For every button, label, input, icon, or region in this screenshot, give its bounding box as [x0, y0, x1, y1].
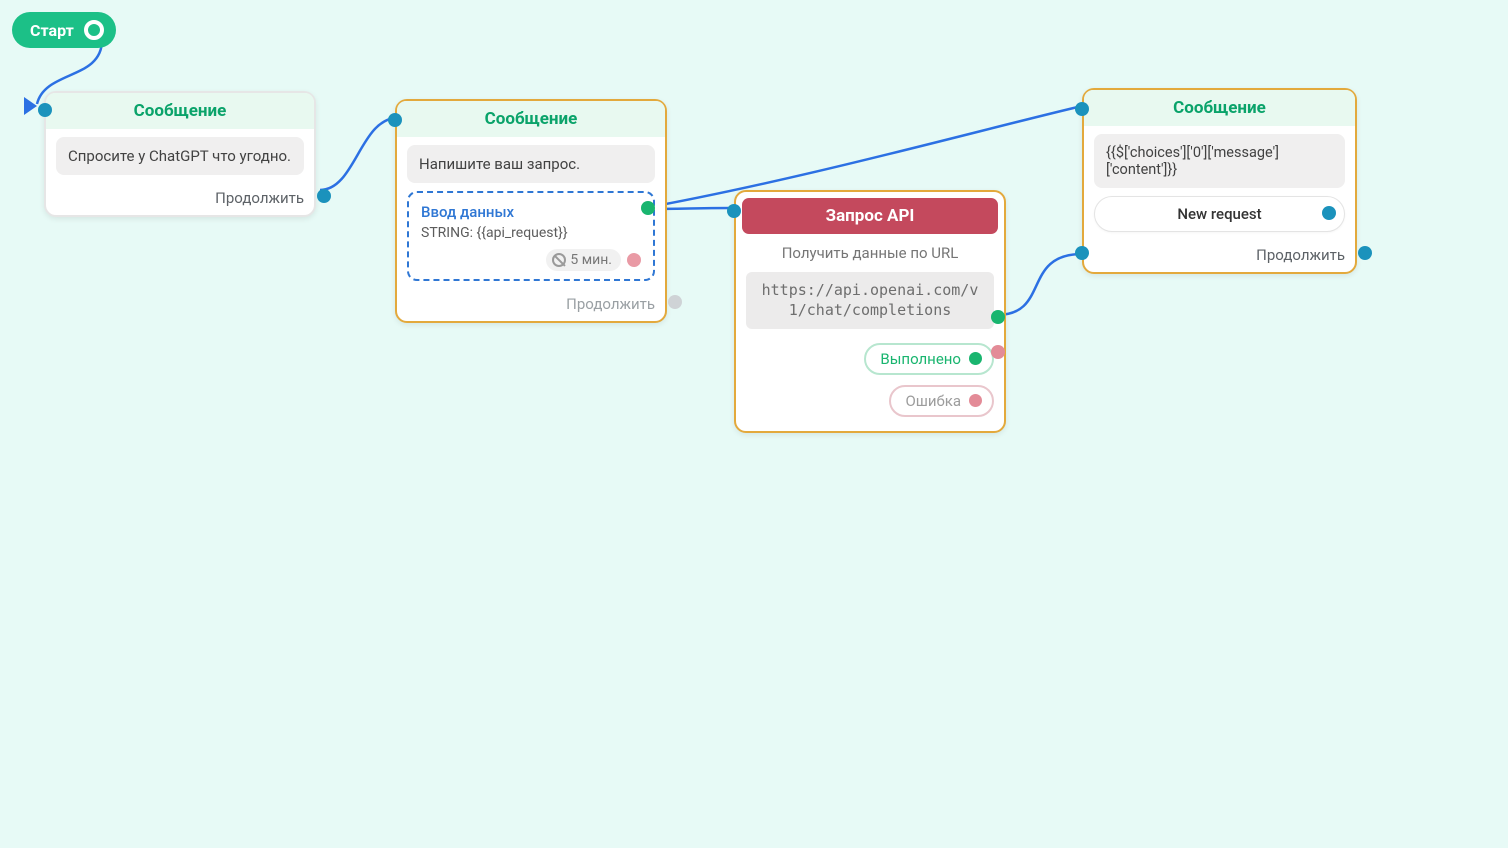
- node-title: Сообщение: [46, 93, 314, 129]
- continue-row: Продолжить: [46, 185, 314, 215]
- message-text: Спросите у ChatGPT что угодно.: [56, 137, 304, 175]
- timeout-port[interactable]: [627, 253, 641, 267]
- success-port[interactable]: [991, 310, 1005, 324]
- success-port-icon: [969, 352, 982, 365]
- error-port-icon: [969, 394, 982, 407]
- data-input-title: Ввод данных: [421, 203, 641, 221]
- input-port[interactable]: [388, 113, 402, 127]
- input-port[interactable]: [38, 103, 52, 117]
- status-error-pill[interactable]: Ошибка: [889, 385, 994, 417]
- new-request-chip[interactable]: New request: [1094, 196, 1345, 232]
- api-request-node[interactable]: Запрос API Получить данные по URL https:…: [734, 190, 1006, 433]
- continue-port[interactable]: [317, 189, 331, 203]
- message-node-2[interactable]: Сообщение Напишите ваш запрос. Ввод данн…: [395, 99, 667, 323]
- status-error-label: Ошибка: [905, 392, 961, 410]
- new-request-port[interactable]: [1322, 206, 1336, 220]
- input-port[interactable]: [727, 204, 741, 218]
- input-port-top[interactable]: [1075, 102, 1089, 116]
- start-arrowhead: [24, 97, 37, 115]
- message-text: Напишите ваш запрос.: [407, 145, 655, 183]
- continue-label: Продолжить: [566, 295, 655, 313]
- data-input-card[interactable]: Ввод данных STRING: {{api_request}} 5 ми…: [407, 191, 655, 281]
- continue-port[interactable]: [668, 295, 682, 309]
- continue-label: Продолжить: [1256, 246, 1345, 264]
- timeout-chip: 5 мин.: [546, 249, 621, 271]
- error-port[interactable]: [991, 345, 1005, 359]
- message-text: {{$['choices']['0']['message']['content'…: [1094, 134, 1345, 188]
- message-node-3[interactable]: Сообщение {{$['choices']['0']['message']…: [1082, 88, 1357, 274]
- api-subtitle: Получить данные по URL: [746, 238, 994, 264]
- message-node-1[interactable]: Сообщение Спросите у ChatGPT что угодно.…: [44, 91, 316, 217]
- start-label: Старт: [30, 21, 74, 40]
- new-request-label: New request: [1177, 205, 1261, 223]
- start-port-icon: [84, 20, 104, 40]
- status-success-label: Выполнено: [880, 350, 961, 368]
- node-title: Сообщение: [397, 101, 665, 137]
- data-input-port[interactable]: [641, 201, 655, 215]
- start-node[interactable]: Старт: [12, 12, 116, 48]
- node-title: Запрос API: [742, 198, 998, 234]
- continue-label: Продолжить: [215, 189, 304, 207]
- continue-port[interactable]: [1358, 246, 1372, 260]
- continue-row: Продолжить: [397, 291, 665, 321]
- status-success-pill[interactable]: Выполнено: [864, 343, 994, 375]
- api-url: https://api.openai.com/v1/chat/completio…: [746, 272, 994, 329]
- data-input-variable: STRING: {{api_request}}: [421, 225, 641, 241]
- timeout-label: 5 мин.: [570, 252, 612, 268]
- ban-icon: [552, 253, 566, 267]
- continue-row: Продолжить: [1084, 242, 1355, 272]
- node-title: Сообщение: [1084, 90, 1355, 126]
